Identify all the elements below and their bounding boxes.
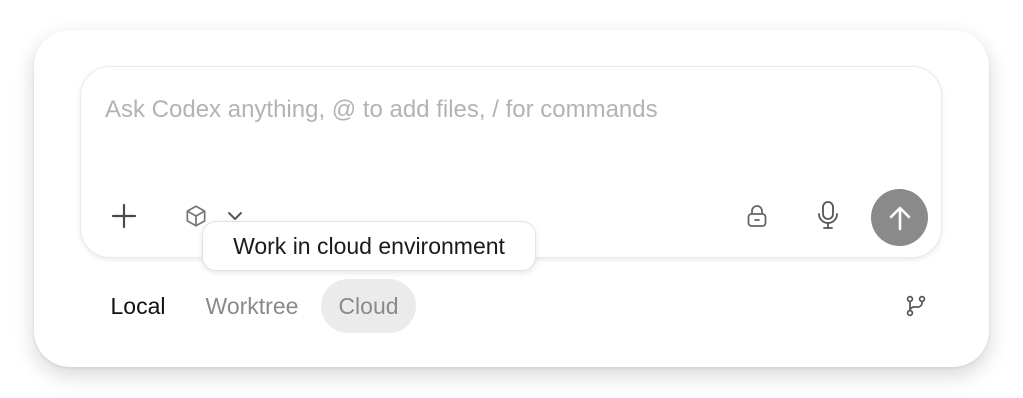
arrow-up-icon (889, 206, 910, 230)
cloud-tooltip: Work in cloud environment (202, 221, 536, 271)
permissions-button[interactable] (740, 198, 774, 234)
add-button[interactable] (104, 196, 144, 236)
send-button[interactable] (871, 189, 928, 246)
voice-input-button[interactable] (811, 196, 845, 236)
lock-icon (747, 205, 767, 227)
prompt-input[interactable] (105, 93, 905, 127)
mode-tab-worktree[interactable]: Worktree (190, 279, 314, 333)
branch-button[interactable] (900, 290, 932, 322)
mode-tab-local[interactable]: Local (98, 279, 178, 333)
microphone-icon (818, 201, 838, 229)
mode-tab-cloud[interactable]: Cloud (321, 279, 416, 333)
git-branch-icon (906, 295, 926, 317)
plus-icon (111, 203, 137, 229)
